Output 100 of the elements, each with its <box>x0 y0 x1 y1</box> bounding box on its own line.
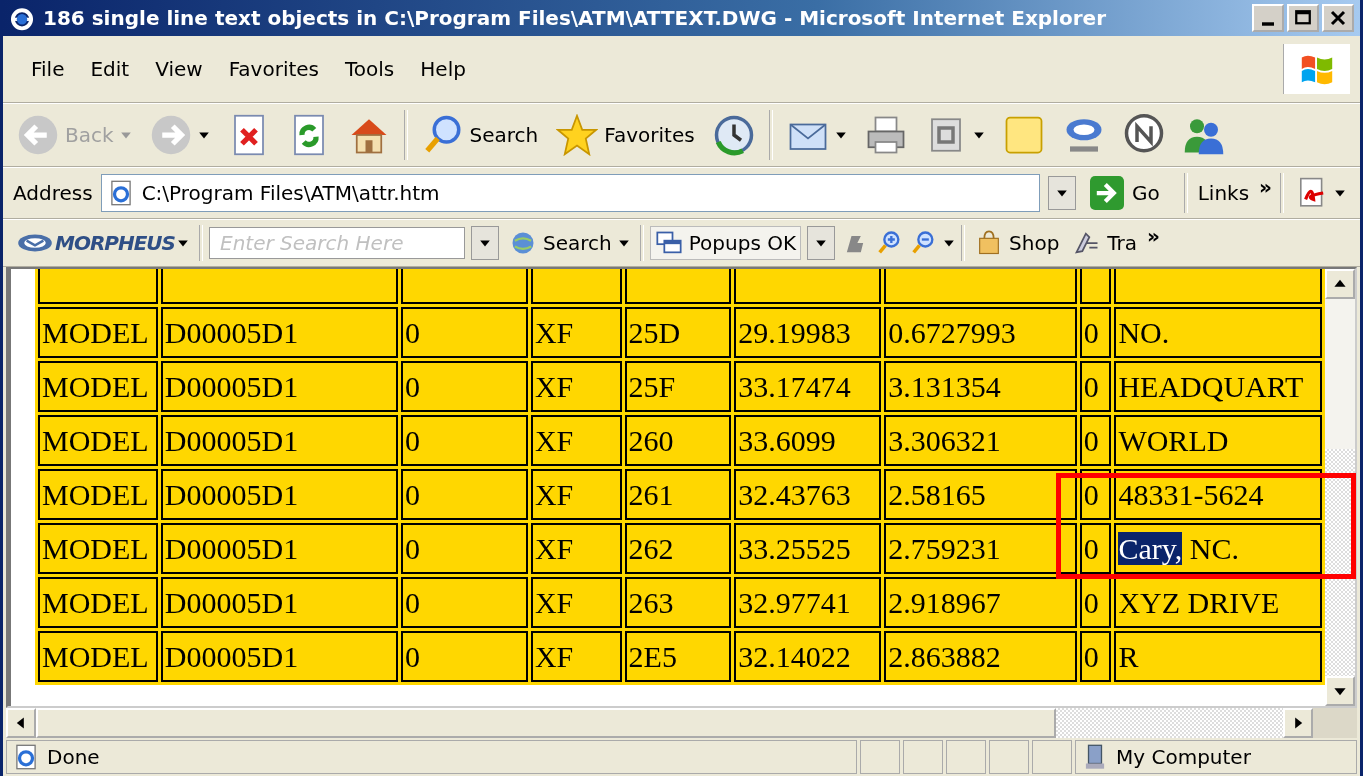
table-cell: 0 <box>401 415 528 466</box>
chevron-icon[interactable]: » <box>1147 224 1161 248</box>
status-panel <box>946 740 986 774</box>
close-icon <box>1329 9 1347 27</box>
table-cell: 0 <box>401 631 528 682</box>
table-cell: D00005D1 <box>160 631 398 682</box>
table-cell: MODEL <box>38 577 158 628</box>
morpheus-logo-button[interactable]: MORPHEUS <box>13 231 193 255</box>
table-cell: HEADQUART <box>1114 361 1322 412</box>
table-cell: 33.17474 <box>734 361 882 412</box>
go-button[interactable]: Go <box>1083 176 1176 210</box>
scroll-down-button[interactable] <box>1325 676 1355 706</box>
search-button[interactable]: Search <box>417 112 543 158</box>
scroll-thumb[interactable] <box>36 708 1056 738</box>
search-button[interactable]: Search <box>505 227 634 259</box>
table-cell: 25F <box>624 361 732 412</box>
table-cell: 0 <box>1079 415 1112 466</box>
menu-item[interactable]: File <box>21 55 75 83</box>
table-cell: 262 <box>624 523 732 574</box>
security-zone-text: My Computer <box>1116 745 1251 769</box>
table-cell: 0 <box>401 307 528 358</box>
table-cell: XF <box>530 523 622 574</box>
menu-item[interactable]: Help <box>410 55 476 83</box>
table-cell: D00005D1 <box>160 577 398 628</box>
table-cell: D00005D1 <box>160 469 398 520</box>
table-cell: 0 <box>1079 523 1112 574</box>
address-dropdown-button[interactable] <box>1047 176 1076 210</box>
menu-item[interactable]: Tools <box>335 55 405 83</box>
table-cell: 32.14022 <box>734 631 882 682</box>
table-cell: 3.306321 <box>884 415 1077 466</box>
status-panel <box>1032 740 1072 774</box>
table-cell: 0 <box>401 469 528 520</box>
minimize-icon <box>1262 22 1274 26</box>
address-label: Address <box>13 181 93 205</box>
table-cell: MODEL <box>38 523 158 574</box>
table-cell: 0 <box>1079 631 1112 682</box>
table-cell: 0 <box>1079 577 1112 628</box>
table-cell: WORLD <box>1114 415 1322 466</box>
table-cell: XF <box>530 415 622 466</box>
table-cell: 2E5 <box>624 631 732 682</box>
table-cell: 48331-5624 <box>1114 469 1322 520</box>
scroll-left-button[interactable] <box>6 708 36 738</box>
popups-dropdown-button[interactable] <box>807 226 836 260</box>
table-cell: 0 <box>401 577 528 628</box>
table-cell: Cary, NC. <box>1114 523 1322 574</box>
table-cell: 32.97741 <box>734 577 882 628</box>
scroll-right-button[interactable] <box>1283 708 1313 738</box>
table-cell: 2.58165 <box>884 469 1077 520</box>
scroll-up-button[interactable] <box>1325 269 1355 299</box>
address-field[interactable]: C:\Program Files\ATM\attr.htm <box>100 174 1040 212</box>
favorites-button[interactable]: Favorites <box>552 112 699 158</box>
table-cell: 0 <box>401 361 528 412</box>
menu-item[interactable]: Favorites <box>218 55 329 83</box>
table-cell: 2.863882 <box>884 631 1077 682</box>
table-cell: 2.918967 <box>884 577 1077 628</box>
table-cell: 33.6099 <box>734 415 882 466</box>
search-field[interactable]: Enter Search Here <box>209 227 465 259</box>
table-cell: 260 <box>624 415 732 466</box>
table-cell: XF <box>530 469 622 520</box>
table-cell: 2.759231 <box>884 523 1077 574</box>
table-cell: MODEL <box>38 631 158 682</box>
links-button[interactable]: Links <box>1195 181 1252 205</box>
status-text: Done <box>47 745 100 769</box>
eye-icon <box>17 232 53 254</box>
status-panel <box>860 740 900 774</box>
chevron-icon[interactable]: » <box>1259 175 1272 199</box>
table-cell: D00005D1 <box>160 307 398 358</box>
table-cell: 33.25525 <box>734 523 882 574</box>
table-cell: D00005D1 <box>160 523 398 574</box>
menu-item[interactable]: Edit <box>80 55 140 83</box>
menu-item[interactable]: View <box>145 55 213 83</box>
maximize-button[interactable] <box>1287 4 1319 32</box>
table-cell: R <box>1114 631 1322 682</box>
translate-button[interactable]: Tra <box>1069 227 1142 259</box>
close-button[interactable] <box>1322 4 1354 32</box>
search-dropdown-button[interactable] <box>471 226 499 260</box>
table-cell: XF <box>530 631 622 682</box>
maximize-icon <box>1294 9 1312 27</box>
table-cell: 263 <box>624 577 732 628</box>
vertical-scrollbar[interactable] <box>1325 269 1355 706</box>
popups-button[interactable]: Popups OK <box>649 226 802 260</box>
table-cell: XYZ DRIVE <box>1114 577 1322 628</box>
minimize-button[interactable] <box>1252 4 1284 32</box>
scroll-thumb[interactable] <box>1325 299 1355 449</box>
table-cell: 3.131354 <box>884 361 1077 412</box>
table-cell: 0 <box>401 523 528 574</box>
horizontal-scrollbar[interactable] <box>6 708 1357 738</box>
table-cell: NO. <box>1114 307 1322 358</box>
table-cell: 29.19983 <box>734 307 882 358</box>
table-cell: 0 <box>1079 361 1112 412</box>
table-cell: MODEL <box>38 361 158 412</box>
shop-button[interactable]: Shop <box>971 227 1064 259</box>
table-cell: XF <box>530 577 622 628</box>
table-cell: XF <box>530 361 622 412</box>
table-cell: MODEL <box>38 307 158 358</box>
page-icon <box>13 744 39 770</box>
table-cell: 32.43763 <box>734 469 882 520</box>
window-title: 186 single line text objects in C:\Program Files\ATM\ATTEXT.DWG - Microsoft Internet Explorer <box>43 6 1107 30</box>
table-cell: 0 <box>1079 307 1112 358</box>
clock-icon <box>712 114 755 156</box>
